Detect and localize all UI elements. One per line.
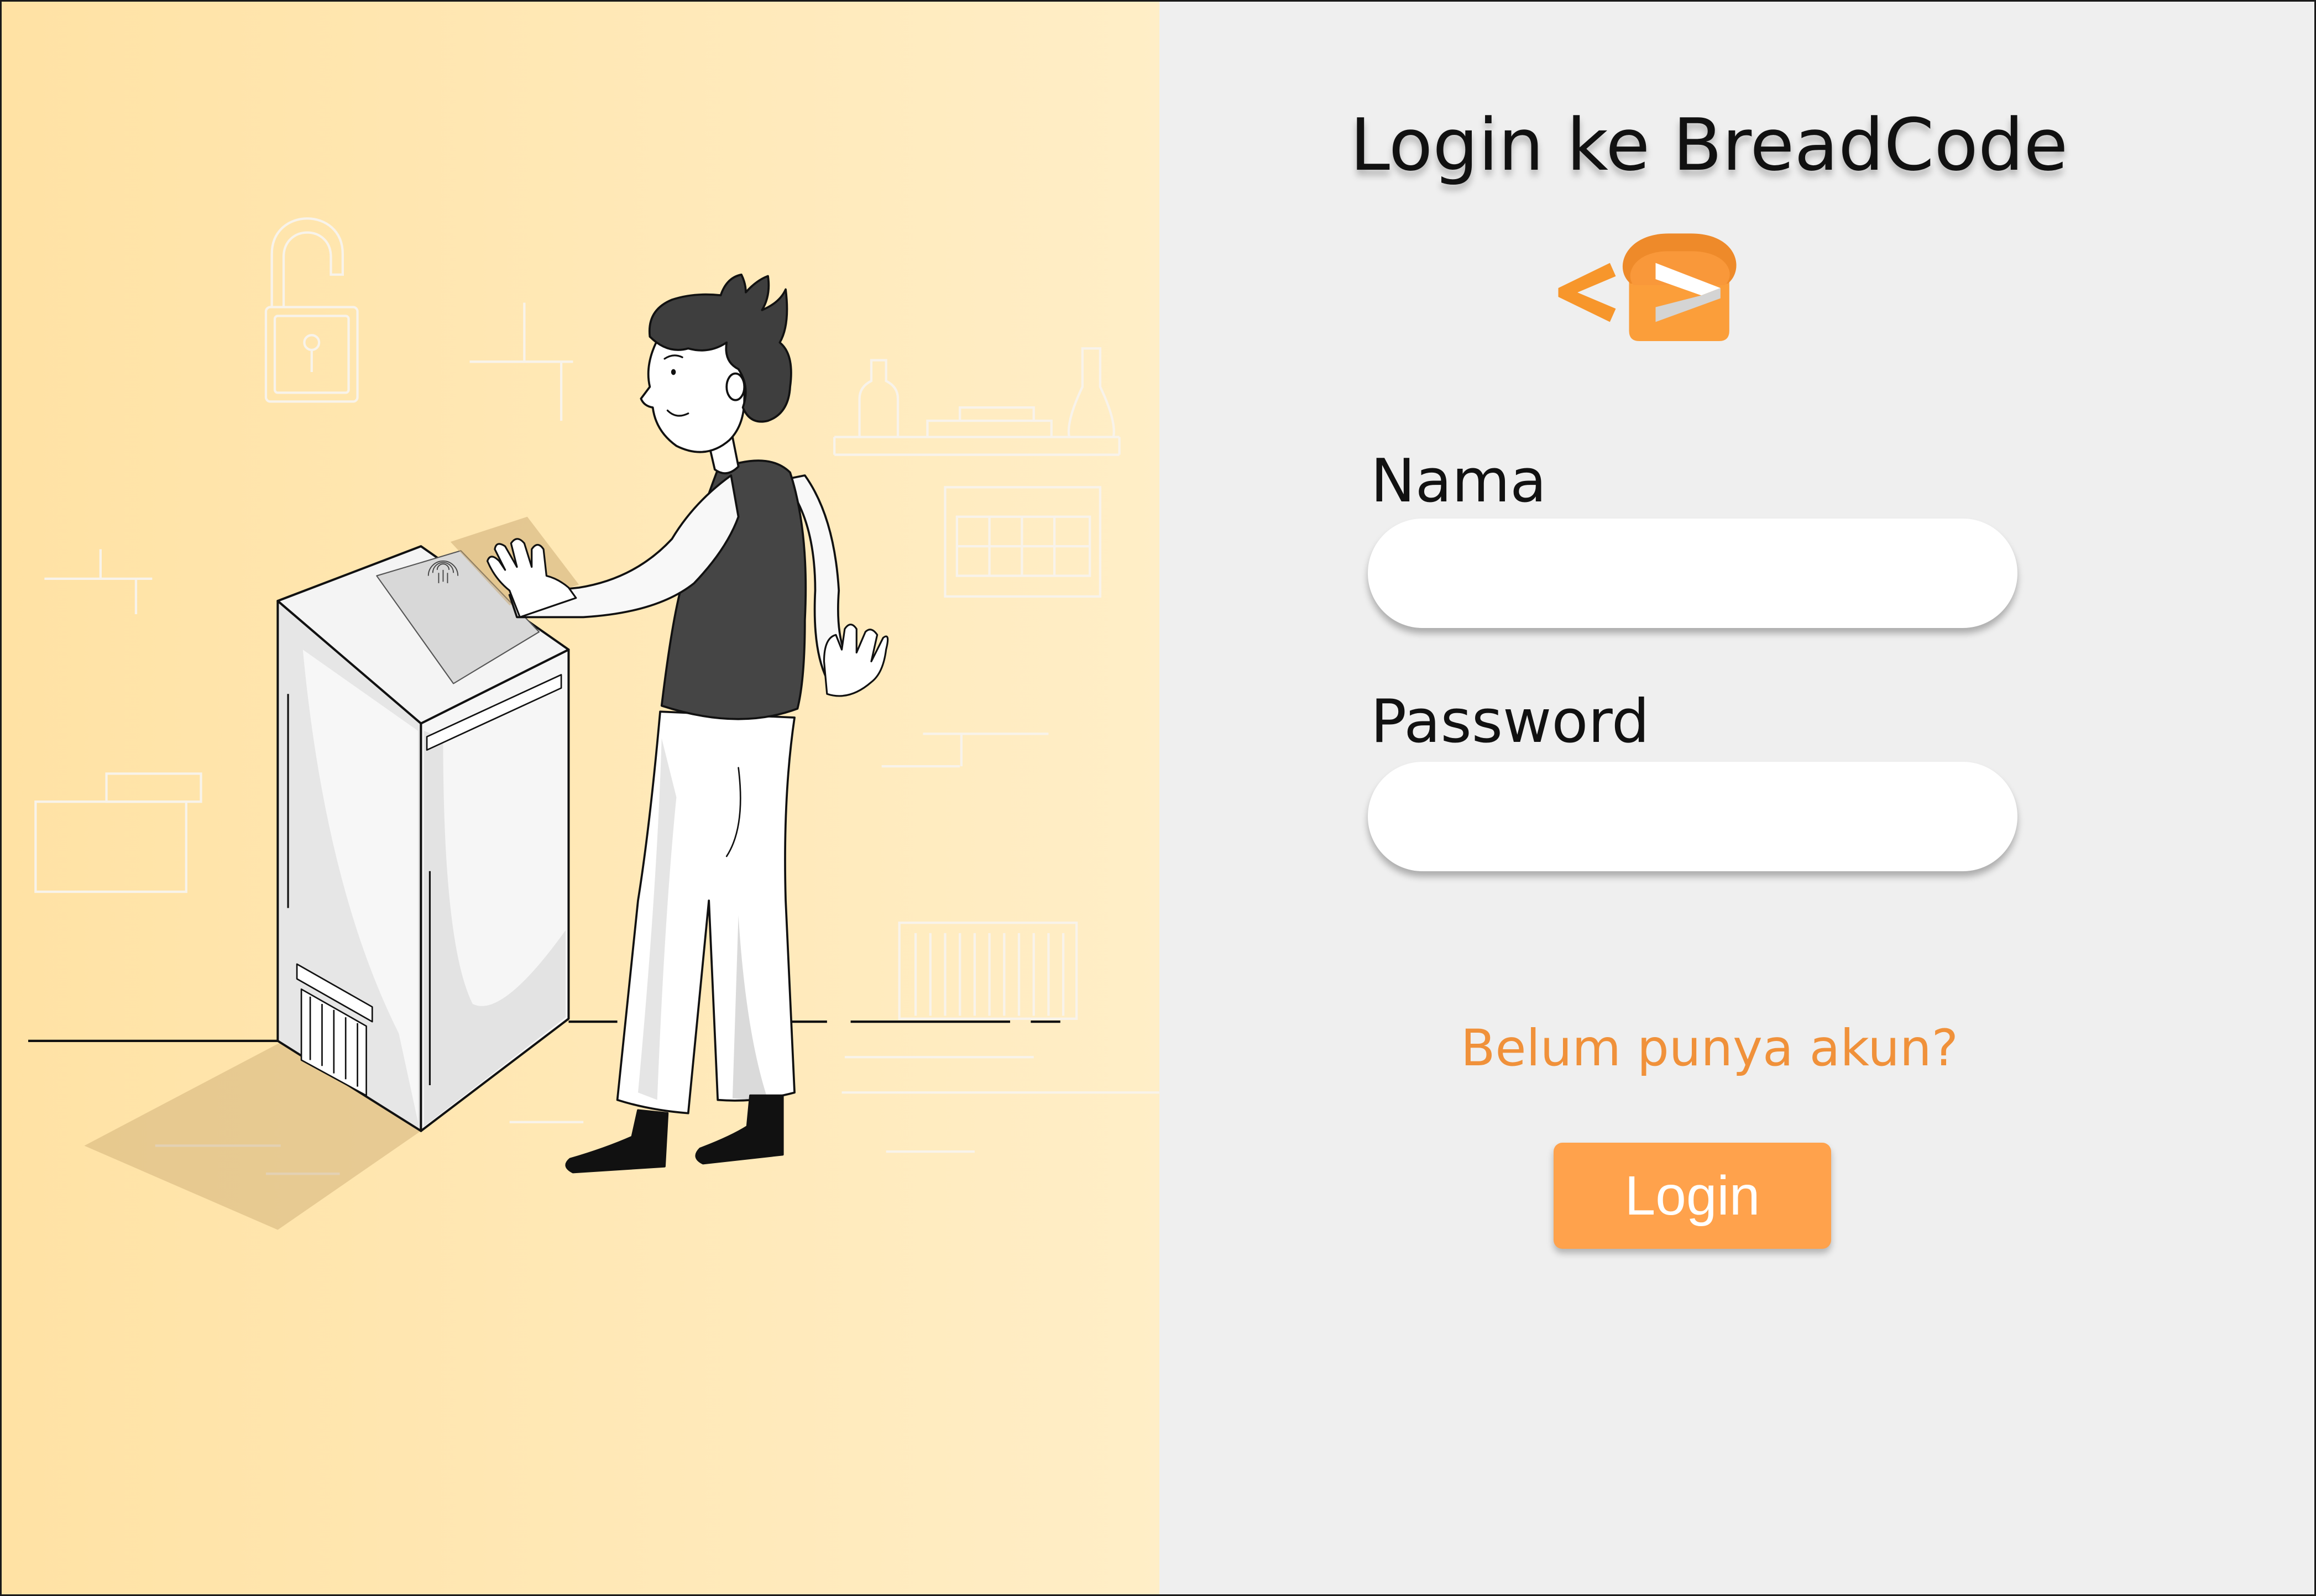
fingerprint-kiosk bbox=[276, 545, 570, 1132]
box-decor bbox=[34, 772, 202, 893]
page-title: Login ke BreadCode bbox=[1350, 103, 2068, 187]
calendar-decor bbox=[944, 486, 1102, 598]
nama-label: Nama bbox=[1371, 447, 1547, 516]
register-link-row: Belum punya akun? bbox=[1267, 1023, 2152, 1074]
password-label: Password bbox=[1371, 687, 1650, 756]
login-screen: Login ke BreadCode Nama Password Belum p… bbox=[0, 0, 2316, 1596]
wall-lines-2 bbox=[881, 732, 1049, 768]
fingerprint-login-illustration bbox=[28, 217, 1159, 1230]
logo-chevron-left bbox=[1558, 263, 1616, 322]
shelf-decor bbox=[833, 347, 1121, 456]
ear bbox=[725, 372, 746, 401]
right-hand bbox=[823, 624, 889, 697]
illustration-panel bbox=[0, 0, 1159, 1596]
password-input[interactable] bbox=[1368, 762, 2017, 871]
background-decor bbox=[34, 217, 1159, 1175]
pants bbox=[616, 710, 796, 1114]
login-button[interactable]: Login bbox=[1554, 1143, 1831, 1249]
nama-input[interactable] bbox=[1368, 519, 2017, 628]
radiator-decor bbox=[898, 922, 1078, 1020]
head bbox=[640, 273, 792, 453]
register-link[interactable]: Belum punya akun? bbox=[1461, 1019, 1958, 1077]
padlock-icon bbox=[264, 217, 359, 403]
breadcode-logo-icon bbox=[1558, 233, 1737, 341]
login-panel: Login ke BreadCode Nama Password Belum p… bbox=[1159, 0, 2316, 1596]
